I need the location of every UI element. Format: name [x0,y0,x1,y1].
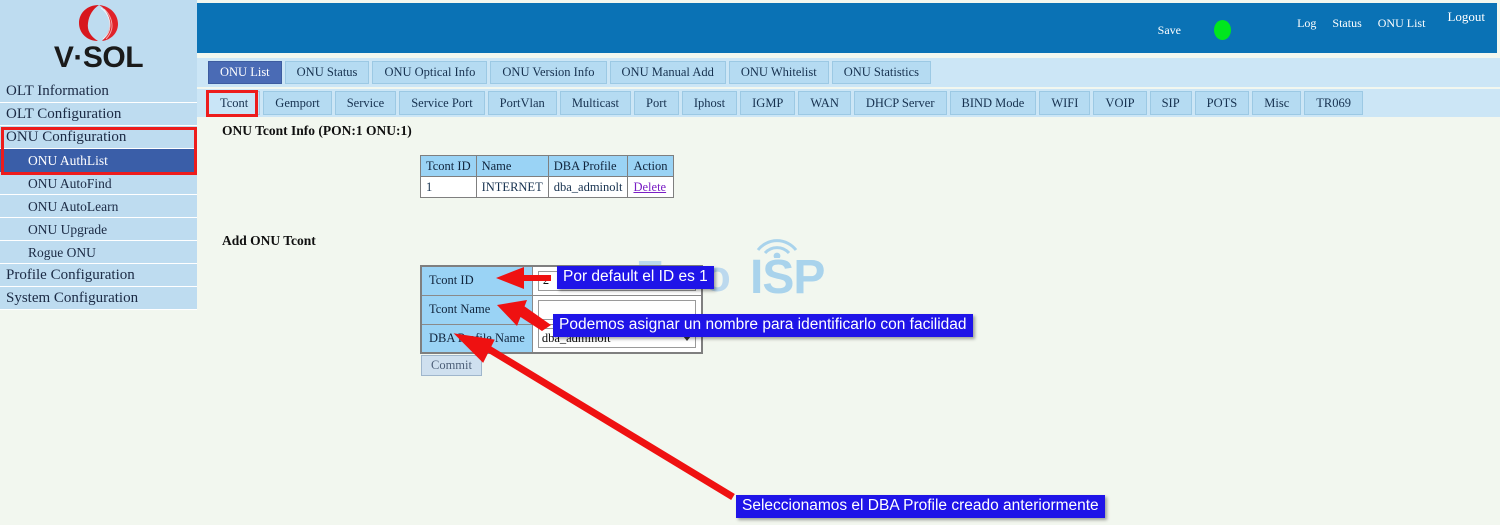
status-indicator-dot [1214,20,1231,40]
cell-dba-profile: dba_adminolt [547,176,629,198]
tab-iphost[interactable]: Iphost [681,91,738,115]
add-section-title: Add ONU Tcont [222,233,316,248]
tab-onu-whitelist[interactable]: ONU Whitelist [728,61,829,84]
tab-tcont[interactable]: Tcont [208,91,261,115]
tab-portvlan[interactable]: PortVlan [487,91,557,115]
tab-wan[interactable]: WAN [798,91,851,115]
delete-link[interactable]: Delete [633,180,666,194]
field-label: Tcont Name [420,294,533,325]
sidebar-item-label: System Configuration [6,290,139,306]
secondary-tab-bar: Tcont Gemport Service Service Port PortVlan M… [197,89,1500,117]
sidebar-item-system-configuration[interactable]: System Configuration [0,287,197,310]
annotation-tcont-id: Por default el ID es 1 [557,266,714,289]
sidebar-item-label: ONU Upgrade [28,222,108,237]
tab-misc[interactable]: Misc [1252,91,1302,115]
sidebar-item-label: OLT Configuration [6,106,122,122]
top-header-bar: Save Log Status ONU List Logout [197,3,1497,53]
sidebar-item-olt-information[interactable]: OLT Information [0,80,197,103]
cell-tcont-id: 1 [420,176,477,198]
tab-wifi[interactable]: WIFI [1039,91,1091,115]
brand-logo-text: V·SOL [53,41,144,74]
tab-voip[interactable]: VOIP [1093,91,1147,115]
cell-action: Delete [627,176,674,198]
sidebar-item-label: OLT Information [6,83,109,99]
tab-onu-version-info[interactable]: ONU Version Info [490,61,607,84]
tab-onu-status[interactable]: ONU Status [284,61,370,84]
annotation-tcont-name: Podemos asignar un nombre para identific… [553,314,973,337]
column-header: Action [627,155,674,177]
header-link-status[interactable]: Status [1332,16,1361,31]
tcont-info-table: Tcont ID Name DBA Profile Action 1 INTERNET d… [420,155,674,198]
header-link-logout[interactable]: Logout [1447,9,1485,25]
field-label: Tcont ID [420,265,533,296]
sidebar-item-rogue-onu[interactable]: Rogue ONU [0,241,197,264]
tab-sip[interactable]: SIP [1149,91,1192,115]
tab-service-port[interactable]: Service Port [399,91,485,115]
tab-dhcp-server[interactable]: DHCP Server [853,91,947,115]
tab-port[interactable]: Port [634,91,679,115]
tab-igmp[interactable]: IGMP [740,91,796,115]
vsol-swoosh-icon [78,5,118,41]
sidebar-item-onu-upgrade[interactable]: ONU Upgrade [0,218,197,241]
tab-onu-list[interactable]: ONU List [208,61,282,84]
tab-onu-optical-info[interactable]: ONU Optical Info [372,61,488,84]
sidebar-item-label: Profile Configuration [6,267,135,283]
header-links: Log Status ONU List Logout [1297,9,1485,31]
sidebar-nav: OLT Information OLT Configuration ONU Conf… [0,80,197,310]
column-header: Tcont ID [420,155,477,177]
sidebar-item-label: Rogue ONU [28,245,96,260]
sidebar-item-label: ONU Configuration [6,129,127,145]
commit-button[interactable]: Commit [421,355,482,376]
sidebar-item-label: ONU AuthList [28,153,108,168]
brand-logo: V·SOL [0,0,197,80]
sidebar-item-onu-autolearn[interactable]: ONU AutoLearn [0,195,197,218]
tab-bind-mode[interactable]: BIND Mode [949,91,1037,115]
header-link-onu-list[interactable]: ONU List [1378,16,1426,31]
column-header: DBA Profile [547,155,629,177]
info-section-title: ONU Tcont Info (PON:1 ONU:1) [222,123,412,138]
sidebar-item-onu-autofind[interactable]: ONU AutoFind [0,172,197,195]
sidebar-item-label: ONU AutoLearn [28,199,119,214]
sidebar-item-onu-authlist[interactable]: ONU AuthList [0,149,197,172]
table-header-row: Tcont ID Name DBA Profile Action [420,155,674,177]
sidebar-item-onu-configuration[interactable]: ONU Configuration [0,126,197,149]
sidebar-item-label: ONU AutoFind [28,176,112,191]
sidebar-item-olt-configuration[interactable]: OLT Configuration [0,103,197,126]
tab-service[interactable]: Service [334,91,397,115]
tab-gemport[interactable]: Gemport [263,91,332,115]
table-row: 1 INTERNET dba_adminolt Delete [420,176,674,198]
field-label: DBA Profile Name [420,323,533,354]
tab-onu-manual-add[interactable]: ONU Manual Add [609,61,726,84]
column-header: Name [475,155,549,177]
annotation-dba-profile: Seleccionamos el DBA Profile creado ante… [736,495,1105,518]
sidebar: V·SOL OLT Information OLT Configuration ON… [0,0,197,310]
primary-tab-bar: ONU List ONU Status ONU Optical Info ONU Ve… [197,58,1500,87]
header-link-log[interactable]: Log [1297,16,1316,31]
tab-onu-statistics[interactable]: ONU Statistics [831,61,932,84]
tab-multicast[interactable]: Multicast [559,91,632,115]
save-button[interactable]: Save [1158,23,1181,38]
tab-pots[interactable]: POTS [1194,91,1250,115]
page-root: Foro ISP V·SOL OLT InformationOLT Config… [0,0,1500,525]
tab-tr069[interactable]: TR069 [1304,91,1363,115]
cell-name: INTERNET [475,176,549,198]
sidebar-item-profile-configuration[interactable]: Profile Configuration [0,264,197,287]
